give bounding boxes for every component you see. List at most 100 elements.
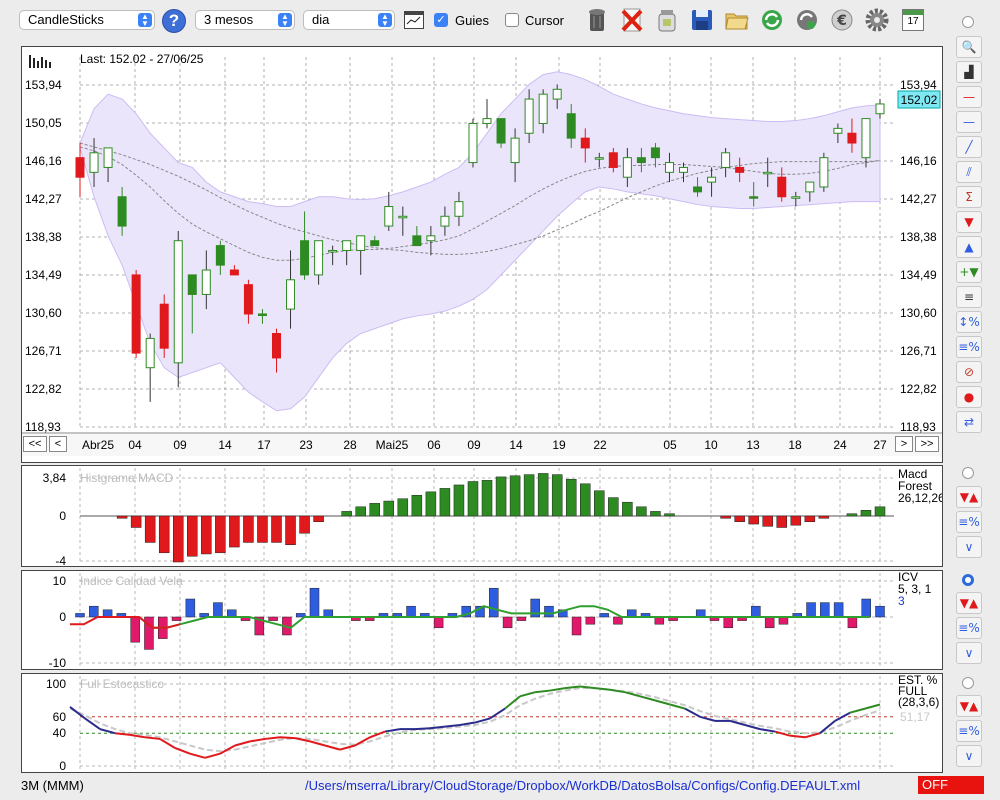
date-tick-label: 18 bbox=[788, 438, 802, 452]
calendar-icon[interactable]: 17 bbox=[902, 9, 924, 31]
off-toggle[interactable]: OFF bbox=[918, 776, 984, 794]
icv-axis-labels: 10 0 -10 bbox=[49, 574, 67, 669]
curve-tool-button[interactable]: ∨ bbox=[956, 642, 982, 664]
arrows-up-down-tool-button[interactable]: ▼▲ bbox=[956, 592, 982, 614]
icv-radio[interactable] bbox=[962, 574, 974, 586]
icv-bar bbox=[171, 616, 182, 621]
macd-bar bbox=[271, 515, 282, 543]
curve-icon: ∨ bbox=[964, 540, 974, 554]
zoom-tool-button[interactable]: 🔍 bbox=[956, 36, 982, 58]
main-chart-radio[interactable] bbox=[962, 16, 974, 28]
candle bbox=[496, 118, 506, 148]
gear-icon[interactable] bbox=[864, 6, 890, 34]
candle-body bbox=[524, 98, 534, 134]
nav-last-button[interactable]: >> bbox=[915, 436, 939, 452]
help-icon[interactable]: ? bbox=[162, 9, 186, 33]
candle-body bbox=[861, 118, 871, 159]
euro-icon[interactable]: € bbox=[829, 6, 855, 34]
stochastic-k-segment bbox=[369, 730, 386, 739]
macd-panel[interactable]: 3,84 0 -4 Histgrama MACD Macd Forest 26,12… bbox=[21, 465, 943, 567]
candle-body bbox=[314, 240, 324, 276]
price-chart-panel[interactable]: 153,94 150,05 146,16 142,27 138,38 134,49 130,… bbox=[21, 46, 943, 463]
level-percent-tool-button[interactable]: ≡% bbox=[956, 336, 982, 358]
horizontal-blue-line-tool-button[interactable]: — bbox=[956, 111, 982, 133]
range-percent-tool-button[interactable]: ↕% bbox=[956, 311, 982, 333]
level-percent-tool-button[interactable]: ≡% bbox=[956, 720, 982, 742]
arrows-up-down-tool-button[interactable]: ▼▲ bbox=[956, 695, 982, 717]
arrow-down-red-icon: ▼ bbox=[964, 215, 974, 229]
macd-bar bbox=[734, 515, 745, 522]
nav-first-button[interactable]: << bbox=[23, 436, 47, 452]
candle bbox=[482, 99, 492, 129]
candle-body bbox=[159, 303, 169, 349]
swap-tool-button[interactable]: ⇄ bbox=[956, 411, 982, 433]
save-icon[interactable] bbox=[689, 6, 715, 34]
lines-tool-button[interactable]: ≡ bbox=[956, 286, 982, 308]
horizontal-red-line-tool-button[interactable]: — bbox=[956, 86, 982, 108]
stochastic-chart[interactable]: 10060400 Full Estocastico EST. % FULL (2… bbox=[22, 674, 942, 772]
chart-window-icon[interactable] bbox=[404, 11, 424, 29]
candle-body bbox=[187, 274, 197, 295]
icv-bar bbox=[723, 616, 734, 629]
channel-tool-button[interactable]: ⫽ bbox=[956, 161, 982, 183]
stop-tool-button[interactable]: ⊘ bbox=[956, 361, 982, 383]
curve-tool-button[interactable]: ∨ bbox=[956, 536, 982, 558]
curve-tool-button[interactable]: ∨ bbox=[956, 745, 982, 767]
chart-type-select[interactable]: CandleSticks ▲ ▼ bbox=[19, 10, 155, 30]
icv-bar bbox=[75, 613, 85, 618]
price-tick-label-right: 138,38 bbox=[900, 230, 937, 244]
config-path-link[interactable]: /Users/mserra/Library/CloudStorage/Dropb… bbox=[305, 778, 860, 793]
macd-radio[interactable] bbox=[962, 467, 974, 479]
icv-bar bbox=[833, 602, 844, 618]
macd-bar bbox=[523, 474, 535, 517]
stochastic-k-segment bbox=[384, 728, 401, 733]
trash-icon[interactable] bbox=[584, 6, 610, 34]
candle-body bbox=[580, 137, 590, 149]
arrow-up-blue-tool-button[interactable]: ▲ bbox=[956, 236, 982, 258]
level-percent-tool-button[interactable]: ≡% bbox=[956, 617, 982, 639]
trend-line-tool-button[interactable]: ╱ bbox=[956, 136, 982, 158]
macd-bar bbox=[285, 515, 296, 545]
stochastic-k-segment bbox=[174, 747, 191, 755]
add-arrows-tool-button[interactable]: +▼ bbox=[956, 261, 982, 283]
arrow-down-red-tool-button[interactable]: ▼ bbox=[956, 211, 982, 233]
period-select[interactable]: 3 mesos ▲ ▼ bbox=[195, 10, 295, 30]
price-tick-label-right: 122,82 bbox=[900, 382, 937, 396]
icv-chart[interactable]: 100-10 Indice Calidad Vela ICV 5, 3, 1 3 bbox=[22, 571, 942, 669]
price-tick-label: 138,38 bbox=[25, 230, 62, 244]
fibonacci-tool-button[interactable]: Σ bbox=[956, 186, 982, 208]
price-chart[interactable]: 153,94 150,05 146,16 142,27 138,38 134,49 130,… bbox=[22, 47, 942, 462]
stochastic-panel[interactable]: 100 60 40 0 Full Estocastico EST. % FULL (2… bbox=[21, 673, 943, 773]
nav-prev-button[interactable]: < bbox=[49, 436, 67, 452]
price-axis-labels-right: 153,94 146,16 142,27 138,38 134,49 130,60 126,… bbox=[900, 78, 937, 434]
refresh-icon[interactable] bbox=[759, 6, 785, 34]
candle bbox=[159, 294, 169, 358]
symbol-label: 3M (MMM) bbox=[21, 778, 84, 793]
level-percent-tool-button[interactable]: ≡% bbox=[956, 511, 982, 533]
macd-bar bbox=[229, 515, 240, 548]
icv-bar bbox=[764, 616, 775, 629]
candle-body bbox=[721, 152, 731, 168]
delete-icon[interactable] bbox=[619, 6, 645, 34]
macd-chart[interactable]: 3,840-4 Histgrama MACD Macd Forest 26,12… bbox=[22, 466, 942, 566]
open-folder-icon[interactable] bbox=[724, 6, 750, 34]
svg-text:€: € bbox=[836, 13, 847, 29]
stochastic-k-segment bbox=[84, 717, 101, 730]
candle-body bbox=[440, 215, 450, 227]
price-tick-label: 150,05 bbox=[25, 116, 62, 130]
candle-body bbox=[103, 147, 113, 168]
arrows-up-down-tool-button[interactable]: ▼▲ bbox=[956, 486, 982, 508]
record-tool-button[interactable]: ● bbox=[956, 386, 982, 408]
stochastic-k-segment bbox=[579, 685, 596, 690]
sync-icon[interactable] bbox=[794, 6, 820, 34]
nav-next-button[interactable]: > bbox=[895, 436, 913, 452]
guides-checkbox[interactable]: ✓ bbox=[434, 13, 448, 27]
jar-icon[interactable] bbox=[654, 6, 680, 34]
interval-select[interactable]: dia ▲ ▼ bbox=[303, 10, 395, 30]
candle-body bbox=[496, 118, 506, 144]
icv-panel[interactable]: 10 0 -10 Indice Calidad Vela ICV 5, 3, 1 3 bbox=[21, 570, 943, 670]
stochastic-radio[interactable] bbox=[962, 677, 974, 689]
stochastic-k-segment bbox=[849, 707, 866, 714]
indicator-tool-button[interactable]: ▟ bbox=[956, 61, 982, 83]
cursor-checkbox[interactable] bbox=[505, 13, 519, 27]
